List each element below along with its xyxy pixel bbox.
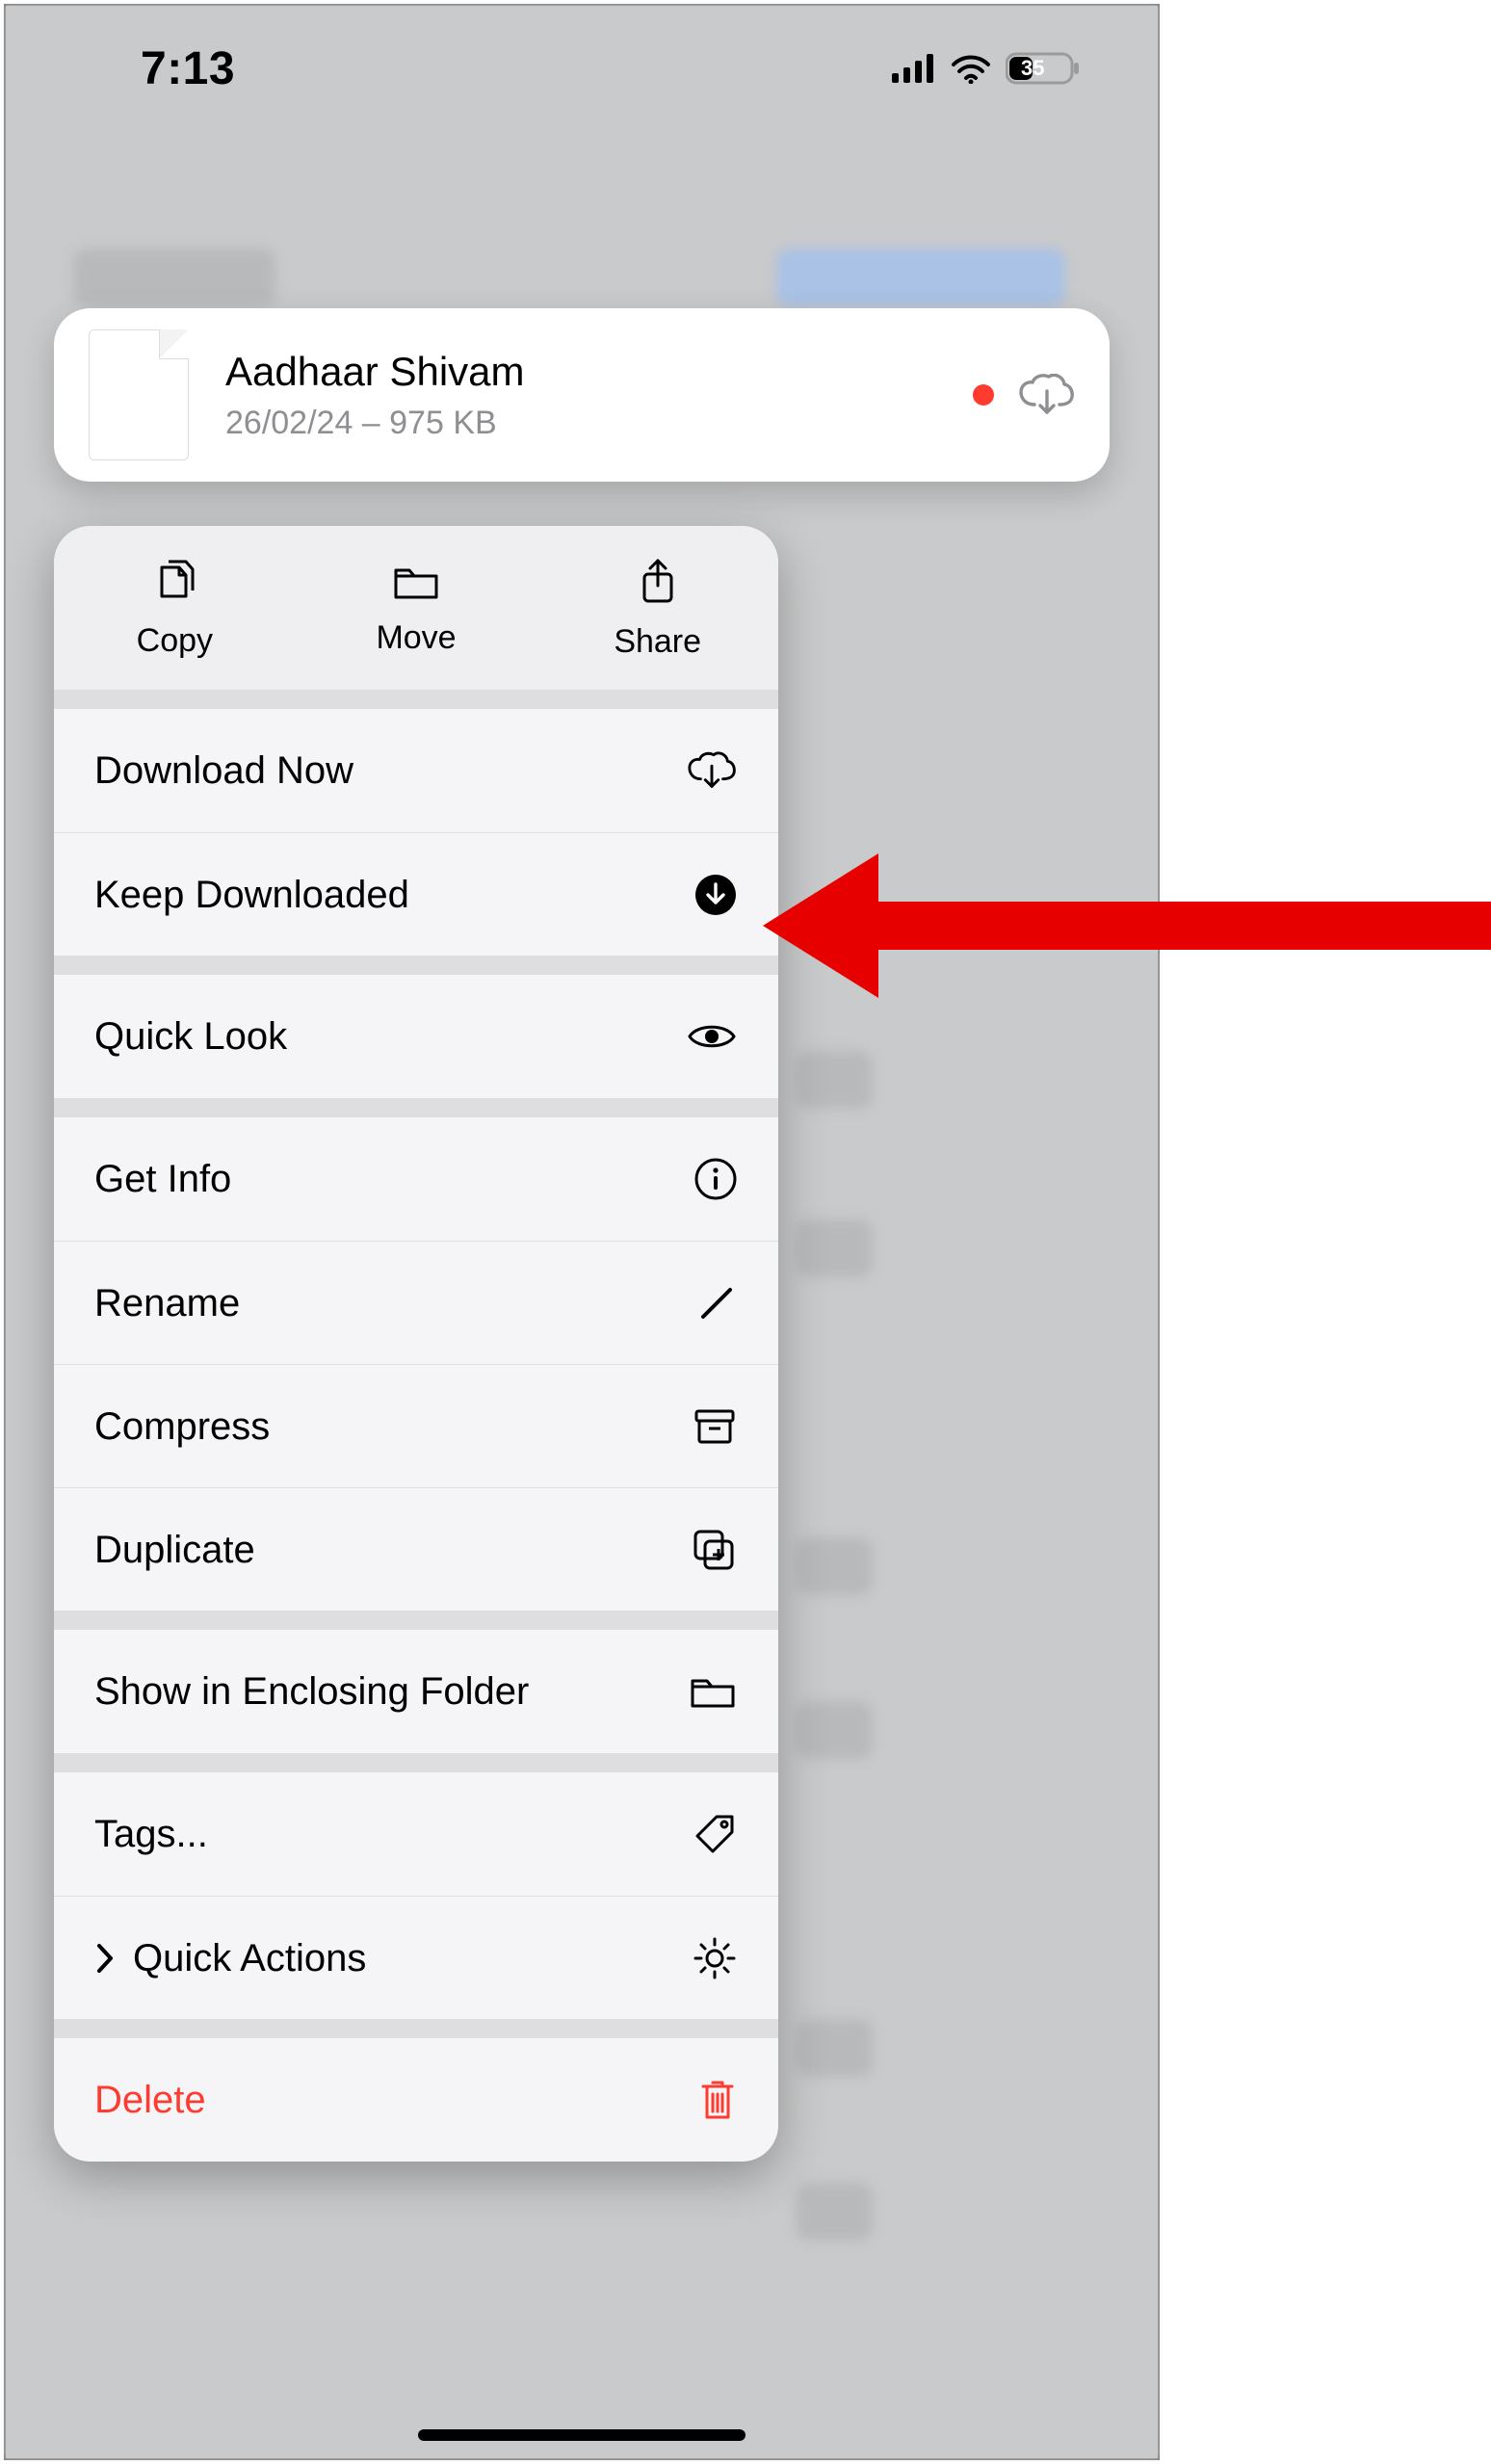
status-icons: 35 xyxy=(892,51,1081,86)
status-bar: 7:13 35 xyxy=(6,6,1158,131)
share-icon xyxy=(639,557,677,610)
menu-top-row: Copy Move Share xyxy=(54,526,778,690)
get-info-item[interactable]: Get Info xyxy=(54,1117,778,1241)
wifi-icon xyxy=(950,53,992,84)
context-menu: Copy Move Share Downloa xyxy=(54,526,778,2162)
quick-look-label: Quick Look xyxy=(94,1012,686,1061)
share-label: Share xyxy=(614,623,701,661)
move-label: Move xyxy=(376,619,456,657)
folder-outline-icon xyxy=(686,1671,738,1712)
download-now-label: Download Now xyxy=(94,747,686,795)
move-button[interactable]: Move xyxy=(296,526,537,690)
pencil-icon xyxy=(686,1282,738,1324)
status-dot-icon xyxy=(973,384,994,406)
show-in-enclosing-folder-label: Show in Enclosing Folder xyxy=(94,1667,686,1716)
cloud-download-outline-icon xyxy=(686,750,738,791)
tags-label: Tags... xyxy=(94,1810,686,1858)
tags-item[interactable]: Tags... xyxy=(54,1772,778,1896)
cellular-icon xyxy=(892,54,936,83)
file-thumbnail-icon xyxy=(89,329,189,460)
cloud-download-icon xyxy=(1017,374,1075,416)
folder-icon xyxy=(392,561,440,606)
file-name: Aadhaar Shivam xyxy=(225,348,525,396)
quick-actions-label: Quick Actions xyxy=(133,1934,686,1982)
trash-icon xyxy=(686,2077,738,2123)
share-button[interactable]: Share xyxy=(536,526,778,690)
eye-icon xyxy=(686,1020,738,1053)
home-indicator[interactable] xyxy=(418,2429,746,2441)
quick-look-item[interactable]: Quick Look xyxy=(54,975,778,1098)
copy-button[interactable]: Copy xyxy=(54,526,296,690)
rename-label: Rename xyxy=(94,1279,686,1327)
download-now-item[interactable]: Download Now xyxy=(54,709,778,832)
duplicate-icon xyxy=(686,1526,738,1574)
battery-icon: 35 xyxy=(1006,51,1081,86)
copy-label: Copy xyxy=(137,622,213,660)
compress-label: Compress xyxy=(94,1402,686,1451)
archive-box-icon xyxy=(686,1405,738,1448)
keep-downloaded-item[interactable]: Keep Downloaded xyxy=(54,832,778,956)
info-icon xyxy=(686,1157,738,1201)
duplicate-label: Duplicate xyxy=(94,1526,686,1574)
show-in-enclosing-folder-item[interactable]: Show in Enclosing Folder xyxy=(54,1630,778,1753)
delete-item[interactable]: Delete xyxy=(54,2038,778,2162)
rename-item[interactable]: Rename xyxy=(54,1241,778,1364)
file-preview-card[interactable]: Aadhaar Shivam 26/02/24 – 975 KB xyxy=(54,308,1110,482)
compress-item[interactable]: Compress xyxy=(54,1364,778,1487)
file-subtitle: 26/02/24 – 975 KB xyxy=(225,405,525,442)
gear-icon xyxy=(686,1935,738,1981)
annotation-arrow-icon xyxy=(763,834,1491,1017)
download-filled-circle-icon xyxy=(686,873,738,917)
battery-percentage: 35 xyxy=(1021,56,1044,81)
duplicate-item[interactable]: Duplicate xyxy=(54,1487,778,1611)
copy-icon xyxy=(152,558,196,609)
delete-label: Delete xyxy=(94,2076,686,2124)
get-info-label: Get Info xyxy=(94,1155,686,1203)
tag-icon xyxy=(686,1811,738,1857)
chevron-right-icon xyxy=(94,1942,119,1975)
keep-downloaded-label: Keep Downloaded xyxy=(94,871,686,919)
quick-actions-item[interactable]: Quick Actions xyxy=(54,1896,778,2019)
status-time: 7:13 xyxy=(141,42,235,95)
phone-screenshot: 7:13 35 xyxy=(4,4,1160,2460)
